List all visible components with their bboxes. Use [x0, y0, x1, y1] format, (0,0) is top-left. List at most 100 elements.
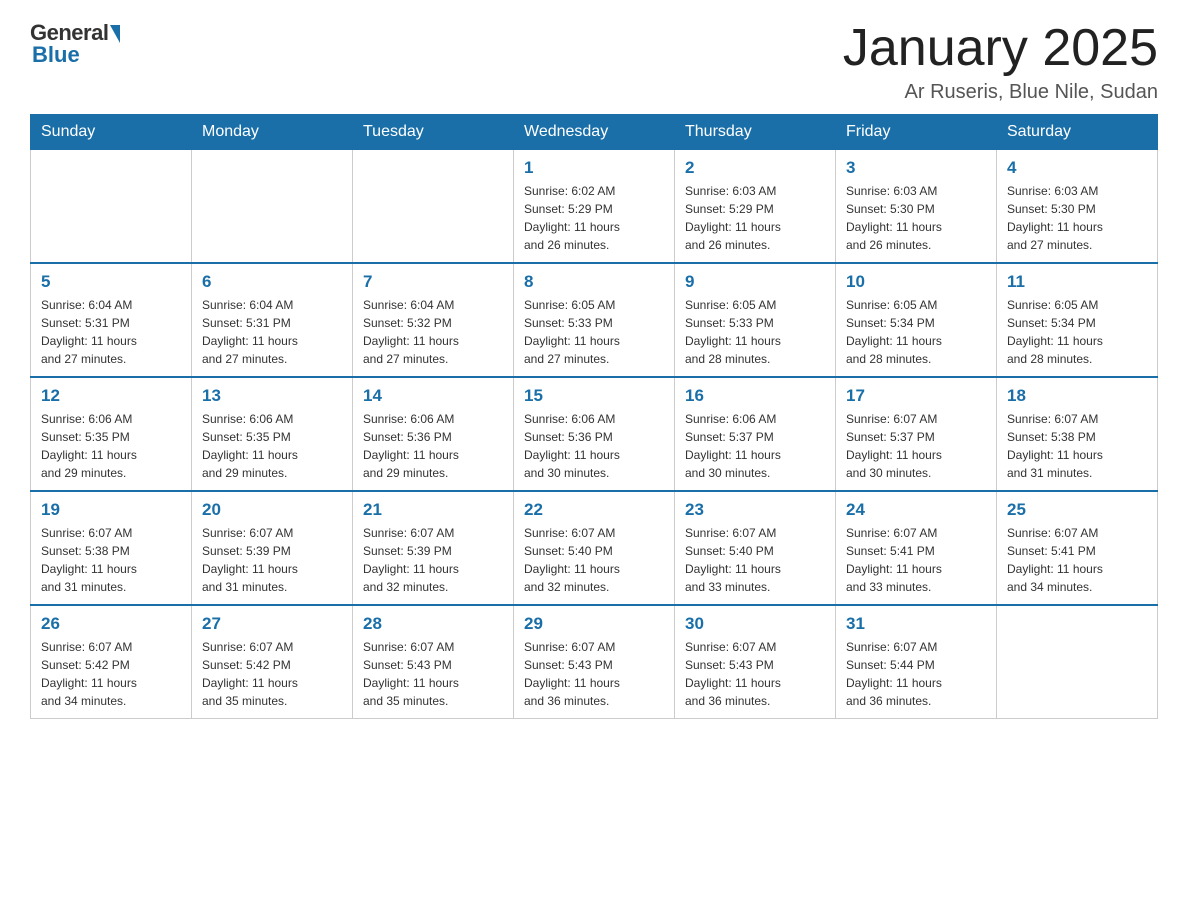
calendar-cell: 5 Sunrise: 6:04 AMSunset: 5:31 PMDaylight…: [31, 263, 192, 377]
day-info: Sunrise: 6:07 AMSunset: 5:41 PMDaylight:…: [846, 524, 986, 596]
calendar-cell: 1 Sunrise: 6:02 AMSunset: 5:29 PMDaylight…: [514, 150, 675, 264]
column-header-wednesday: Wednesday: [514, 115, 675, 150]
day-number: 7: [363, 272, 503, 292]
calendar-cell: 27 Sunrise: 6:07 AMSunset: 5:42 PMDayligh…: [192, 605, 353, 719]
day-info: Sunrise: 6:06 AMSunset: 5:35 PMDaylight:…: [202, 410, 342, 482]
day-info: Sunrise: 6:07 AMSunset: 5:42 PMDaylight:…: [202, 638, 342, 710]
day-number: 31: [846, 614, 986, 634]
calendar-cell: 6Sunrise: 6:04 AMSunset: 5:31 PMDaylight…: [192, 263, 353, 377]
day-number: 1: [524, 158, 664, 178]
day-number: 29: [524, 614, 664, 634]
day-number: 24: [846, 500, 986, 520]
day-info: Sunrise: 6:07 AMSunset: 5:41 PMDaylight:…: [1007, 524, 1147, 596]
day-info: Sunrise: 6:05 AMSunset: 5:34 PMDaylight:…: [1007, 296, 1147, 368]
calendar-week-row: 5 Sunrise: 6:04 AMSunset: 5:31 PMDaylight…: [31, 263, 1158, 377]
day-number: 27: [202, 614, 342, 634]
logo-triangle-icon: [110, 25, 120, 43]
calendar-cell: 9 Sunrise: 6:05 AMSunset: 5:33 PMDaylight…: [675, 263, 836, 377]
calendar-cell: 26Sunrise: 6:07 AMSunset: 5:42 PMDayligh…: [31, 605, 192, 719]
day-info: Sunrise: 6:07 AMSunset: 5:37 PMDaylight:…: [846, 410, 986, 482]
calendar-cell: [353, 150, 514, 264]
day-number: 6: [202, 272, 342, 292]
calendar-cell: 23 Sunrise: 6:07 AMSunset: 5:40 PMDayligh…: [675, 491, 836, 605]
day-info: Sunrise: 6:07 AMSunset: 5:40 PMDaylight:…: [685, 524, 825, 596]
calendar-week-row: 19 Sunrise: 6:07 AMSunset: 5:38 PMDayligh…: [31, 491, 1158, 605]
day-number: 25: [1007, 500, 1147, 520]
day-number: 14: [363, 386, 503, 406]
day-number: 22: [524, 500, 664, 520]
day-number: 19: [41, 500, 181, 520]
day-number: 3: [846, 158, 986, 178]
day-number: 20: [202, 500, 342, 520]
day-info: Sunrise: 6:07 AMSunset: 5:39 PMDaylight:…: [363, 524, 503, 596]
column-header-friday: Friday: [836, 115, 997, 150]
day-info: Sunrise: 6:06 AMSunset: 5:37 PMDaylight:…: [685, 410, 825, 482]
calendar-cell: [192, 150, 353, 264]
calendar-cell: 24 Sunrise: 6:07 AMSunset: 5:41 PMDayligh…: [836, 491, 997, 605]
title-block: January 2025 Ar Ruseris, Blue Nile, Suda…: [843, 20, 1158, 104]
calendar-cell: 28 Sunrise: 6:07 AMSunset: 5:43 PMDayligh…: [353, 605, 514, 719]
day-number: 30: [685, 614, 825, 634]
day-info: Sunrise: 6:07 AMSunset: 5:40 PMDaylight:…: [524, 524, 664, 596]
calendar-cell: 4 Sunrise: 6:03 AMSunset: 5:30 PMDaylight…: [997, 150, 1158, 264]
calendar-cell: 22 Sunrise: 6:07 AMSunset: 5:40 PMDayligh…: [514, 491, 675, 605]
day-number: 12: [41, 386, 181, 406]
calendar-cell: 29 Sunrise: 6:07 AMSunset: 5:43 PMDayligh…: [514, 605, 675, 719]
day-number: 15: [524, 386, 664, 406]
calendar-cell: 20 Sunrise: 6:07 AMSunset: 5:39 PMDayligh…: [192, 491, 353, 605]
logo-blue-text: Blue: [32, 42, 80, 68]
calendar-week-row: 26Sunrise: 6:07 AMSunset: 5:42 PMDayligh…: [31, 605, 1158, 719]
day-number: 4: [1007, 158, 1147, 178]
day-number: 28: [363, 614, 503, 634]
day-info: Sunrise: 6:05 AMSunset: 5:33 PMDaylight:…: [685, 296, 825, 368]
day-number: 18: [1007, 386, 1147, 406]
day-info: Sunrise: 6:06 AMSunset: 5:36 PMDaylight:…: [363, 410, 503, 482]
day-number: 17: [846, 386, 986, 406]
day-info: Sunrise: 6:07 AMSunset: 5:42 PMDaylight:…: [41, 638, 181, 710]
calendar-cell: [997, 605, 1158, 719]
location-subtitle: Ar Ruseris, Blue Nile, Sudan: [843, 81, 1158, 104]
calendar-cell: 3 Sunrise: 6:03 AMSunset: 5:30 PMDaylight…: [836, 150, 997, 264]
day-number: 21: [363, 500, 503, 520]
calendar-cell: 14 Sunrise: 6:06 AMSunset: 5:36 PMDayligh…: [353, 377, 514, 491]
calendar-cell: 21 Sunrise: 6:07 AMSunset: 5:39 PMDayligh…: [353, 491, 514, 605]
day-number: 8: [524, 272, 664, 292]
calendar-cell: 31 Sunrise: 6:07 AMSunset: 5:44 PMDayligh…: [836, 605, 997, 719]
column-header-saturday: Saturday: [997, 115, 1158, 150]
day-info: Sunrise: 6:07 AMSunset: 5:43 PMDaylight:…: [524, 638, 664, 710]
day-info: Sunrise: 6:03 AMSunset: 5:30 PMDaylight:…: [1007, 182, 1147, 254]
day-info: Sunrise: 6:06 AMSunset: 5:35 PMDaylight:…: [41, 410, 181, 482]
day-info: Sunrise: 6:04 AMSunset: 5:32 PMDaylight:…: [363, 296, 503, 368]
column-header-thursday: Thursday: [675, 115, 836, 150]
calendar-cell: 19 Sunrise: 6:07 AMSunset: 5:38 PMDayligh…: [31, 491, 192, 605]
day-info: Sunrise: 6:02 AMSunset: 5:29 PMDaylight:…: [524, 182, 664, 254]
column-header-sunday: Sunday: [31, 115, 192, 150]
day-info: Sunrise: 6:07 AMSunset: 5:43 PMDaylight:…: [363, 638, 503, 710]
day-number: 23: [685, 500, 825, 520]
page-header: General Blue January 2025 Ar Ruseris, Bl…: [30, 20, 1158, 104]
day-number: 5: [41, 272, 181, 292]
calendar-cell: 30Sunrise: 6:07 AMSunset: 5:43 PMDayligh…: [675, 605, 836, 719]
day-info: Sunrise: 6:04 AMSunset: 5:31 PMDaylight:…: [41, 296, 181, 368]
day-info: Sunrise: 6:07 AMSunset: 5:38 PMDaylight:…: [41, 524, 181, 596]
day-number: 16: [685, 386, 825, 406]
day-info: Sunrise: 6:07 AMSunset: 5:44 PMDaylight:…: [846, 638, 986, 710]
calendar-table: SundayMondayTuesdayWednesdayThursdayFrid…: [30, 114, 1158, 719]
day-info: Sunrise: 6:07 AMSunset: 5:38 PMDaylight:…: [1007, 410, 1147, 482]
calendar-cell: 13 Sunrise: 6:06 AMSunset: 5:35 PMDayligh…: [192, 377, 353, 491]
column-header-tuesday: Tuesday: [353, 115, 514, 150]
calendar-cell: 15 Sunrise: 6:06 AMSunset: 5:36 PMDayligh…: [514, 377, 675, 491]
day-info: Sunrise: 6:07 AMSunset: 5:39 PMDaylight:…: [202, 524, 342, 596]
day-number: 9: [685, 272, 825, 292]
day-number: 13: [202, 386, 342, 406]
calendar-cell: 16 Sunrise: 6:06 AMSunset: 5:37 PMDayligh…: [675, 377, 836, 491]
day-info: Sunrise: 6:06 AMSunset: 5:36 PMDaylight:…: [524, 410, 664, 482]
day-info: Sunrise: 6:03 AMSunset: 5:30 PMDaylight:…: [846, 182, 986, 254]
calendar-week-row: 1 Sunrise: 6:02 AMSunset: 5:29 PMDaylight…: [31, 150, 1158, 264]
logo: General Blue: [30, 20, 120, 68]
calendar-cell: 25 Sunrise: 6:07 AMSunset: 5:41 PMDayligh…: [997, 491, 1158, 605]
calendar-cell: 2Sunrise: 6:03 AMSunset: 5:29 PMDaylight…: [675, 150, 836, 264]
calendar-cell: 7 Sunrise: 6:04 AMSunset: 5:32 PMDaylight…: [353, 263, 514, 377]
calendar-cell: [31, 150, 192, 264]
day-number: 2: [685, 158, 825, 178]
